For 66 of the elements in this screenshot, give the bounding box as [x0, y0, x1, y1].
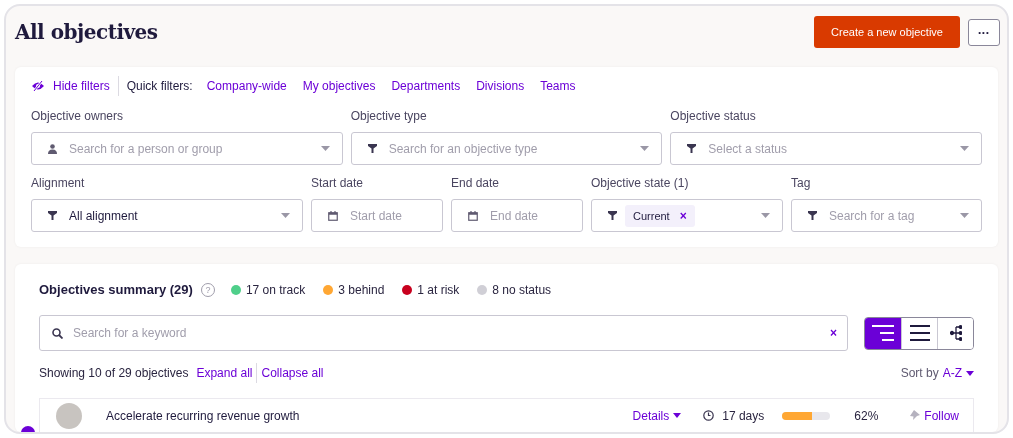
caret-icon	[673, 413, 682, 418]
avatar	[56, 402, 82, 429]
eye-slash-icon	[31, 80, 45, 92]
status-count: 3 behind	[338, 282, 385, 297]
showing-count: Showing 10 of 29 objectives	[39, 366, 189, 380]
calendar-icon	[468, 210, 478, 221]
filter-icon	[687, 144, 697, 153]
status-count: 17 on track	[245, 282, 306, 297]
tree-icon	[949, 325, 962, 341]
filter-icon	[367, 144, 377, 153]
caret-icon	[761, 213, 770, 218]
quick-filters-label: Quick filters:	[126, 79, 193, 93]
filter-label: Objective status	[670, 109, 757, 123]
indented-list-icon	[872, 325, 894, 341]
hide-filters-link[interactable]: Hide filters	[31, 79, 110, 93]
page-title: All objectives	[15, 20, 158, 44]
filter-label: Objective type	[350, 109, 428, 123]
due-time: 17 days	[722, 408, 765, 423]
caret-icon	[966, 370, 974, 376]
summary-title: Objectives summary (29)	[39, 282, 193, 297]
tree-view-button[interactable]	[937, 317, 973, 349]
expand-all-link[interactable]: Expand all	[196, 366, 253, 380]
filter-icon	[48, 211, 57, 220]
collapse-all-link[interactable]: Collapse all	[261, 366, 324, 380]
quick-filter-link[interactable]: Teams	[540, 79, 576, 93]
filter-label: Start date	[311, 176, 365, 190]
filter-label: Tag	[791, 176, 812, 190]
caret-icon	[960, 146, 969, 151]
quick-filter-link[interactable]: Divisions	[476, 79, 525, 93]
follow-link[interactable]: Follow	[910, 408, 959, 423]
quick-filter-link[interactable]: Departments	[391, 79, 461, 93]
clock-icon	[703, 410, 715, 421]
quick-filter-link[interactable]: My objectives	[302, 79, 376, 93]
create-objective-button[interactable]: Create a new objective	[814, 16, 960, 48]
filter-field[interactable]: All alignment	[31, 199, 303, 232]
filter-label: Alignment	[31, 176, 86, 190]
filter-label: Objective state (1)	[591, 176, 690, 190]
clear-search-button[interactable]: ×	[830, 326, 837, 340]
objective-row[interactable]: Accelerate recurring revenue growth Details 17 days 62% Follow	[39, 398, 974, 432]
filter-icon	[808, 211, 817, 220]
remove-chip-button[interactable]: ×	[679, 209, 687, 222]
caret-icon	[281, 213, 290, 218]
calendar-icon	[328, 210, 338, 221]
caret-icon	[960, 213, 969, 218]
status-count: 1 at risk	[417, 282, 460, 297]
progress-percent: 62%	[854, 408, 879, 423]
filter-icon	[608, 211, 617, 220]
caret-icon	[640, 146, 650, 151]
objective-title: Accelerate recurring revenue growth	[106, 408, 300, 423]
details-dropdown[interactable]: Details	[632, 408, 682, 423]
search-icon	[52, 327, 63, 339]
chip-label: Current	[633, 209, 670, 222]
more-button[interactable]: •••	[968, 18, 1000, 46]
status-count: 8 no status	[492, 282, 552, 297]
filter-label: Objective owners	[31, 109, 125, 123]
indented-view-button[interactable]	[865, 317, 901, 349]
keyword-search-field[interactable]: Search for a keyword ×	[39, 315, 848, 351]
quick-filter-link[interactable]: Company-wide	[206, 79, 287, 93]
person-icon	[48, 143, 57, 154]
filter-field[interactable]: Current ×	[591, 199, 783, 232]
pin-icon	[910, 410, 921, 421]
filter-label: End date	[451, 176, 501, 190]
sort-label: Sort by	[900, 366, 939, 380]
caret-icon	[320, 146, 330, 151]
sort-dropdown[interactable]: A-Z	[942, 366, 974, 380]
list-icon	[909, 325, 930, 341]
